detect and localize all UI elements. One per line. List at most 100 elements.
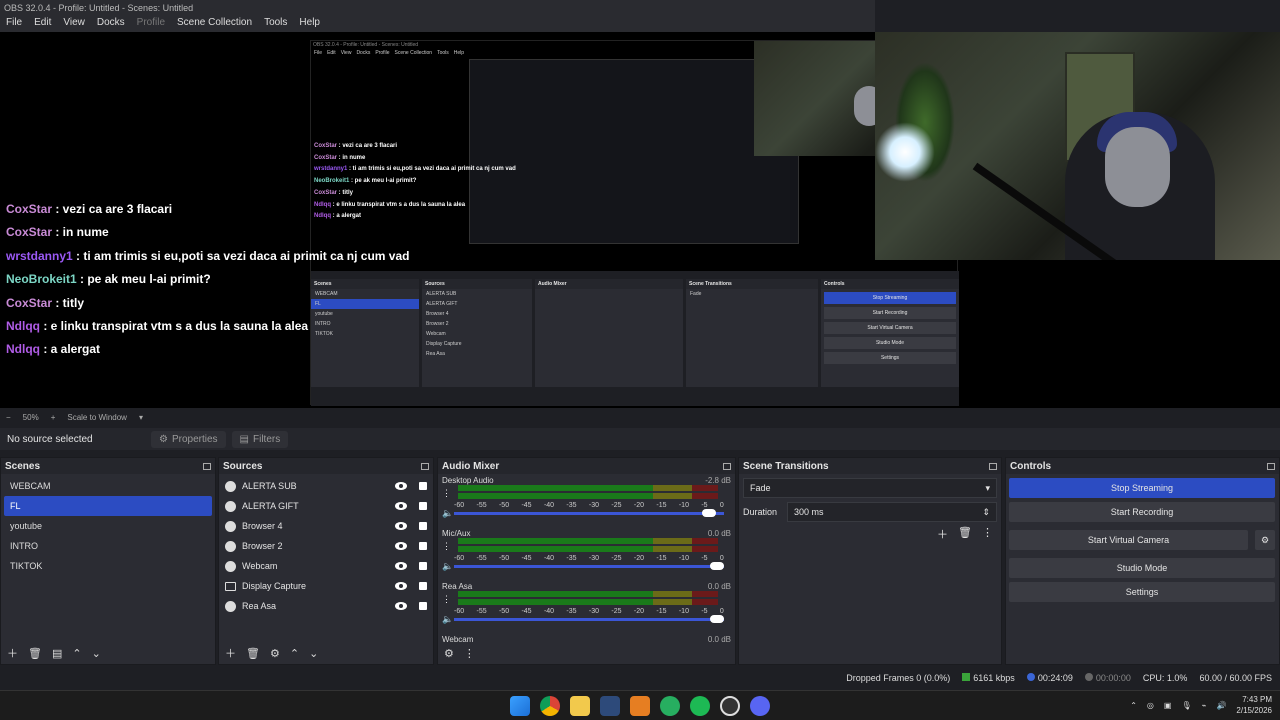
duration-field[interactable]: 300 ms ⇕ — [787, 502, 997, 522]
network-icon[interactable]: ⌁ — [1202, 701, 1207, 710]
remove-scene-icon[interactable]: 🗑 — [28, 647, 42, 660]
lock-icon[interactable] — [419, 582, 427, 590]
scene-item[interactable]: youtube — [4, 516, 212, 536]
volume-slider-handle[interactable] — [701, 509, 716, 517]
chevron-down-icon[interactable]: ▾ — [139, 413, 143, 422]
add-source-icon[interactable]: ＋ — [225, 645, 236, 661]
lock-icon[interactable] — [419, 602, 427, 610]
discord-icon[interactable] — [750, 696, 770, 716]
source-item[interactable]: Browser 4 — [219, 516, 433, 536]
speaker-icon[interactable]: 🔈 — [442, 614, 453, 625]
move-up-icon[interactable]: ⌃ — [290, 647, 299, 660]
lock-icon[interactable] — [419, 542, 427, 550]
file-explorer-icon[interactable] — [570, 696, 590, 716]
streaming-app-icon[interactable] — [660, 696, 680, 716]
menu-item[interactable]: Tools — [264, 17, 287, 31]
scene-item[interactable]: TIKTOK — [4, 556, 212, 576]
add-scene-icon[interactable]: ＋ — [7, 645, 18, 661]
gear-icon[interactable]: ⚙ — [270, 647, 280, 660]
source-item[interactable]: ALERTA SUB — [219, 476, 433, 496]
source-item[interactable]: ALERTA GIFT — [219, 496, 433, 516]
obs-icon[interactable] — [720, 696, 740, 716]
source-item[interactable]: Rea Asa — [219, 596, 433, 616]
lock-icon[interactable] — [419, 502, 427, 510]
volume-slider[interactable] — [454, 509, 724, 517]
volume-slider[interactable] — [454, 615, 724, 623]
channel-menu-icon[interactable]: ⋮ — [442, 541, 451, 552]
stop-streaming-button[interactable]: Stop Streaming — [1009, 478, 1275, 498]
start-virtual-camera-button[interactable]: Start Virtual Camera — [1009, 530, 1248, 550]
add-transition-icon[interactable]: ＋ — [937, 526, 948, 542]
eye-icon[interactable] — [395, 562, 407, 570]
gear-icon[interactable]: ⚙ — [1255, 530, 1275, 550]
properties-button[interactable]: ⚙ Properties — [151, 430, 226, 448]
chevron-up-icon[interactable]: ⌃ — [1130, 701, 1137, 710]
more-options-icon[interactable]: ⋮ — [464, 647, 475, 660]
filters-icon[interactable]: ▤ — [52, 647, 62, 660]
chrome-icon[interactable] — [540, 696, 560, 716]
menu-item[interactable]: Edit — [34, 17, 51, 31]
remove-source-icon[interactable]: 🗑 — [246, 647, 260, 660]
spotify-icon[interactable] — [690, 696, 710, 716]
source-item[interactable]: Display Capture — [219, 576, 433, 596]
zoom-in-button[interactable]: + — [51, 413, 56, 422]
volume-slider-handle[interactable] — [710, 615, 724, 623]
menu-item[interactable]: File — [6, 17, 22, 31]
menu-item[interactable]: Help — [299, 17, 320, 31]
move-down-icon[interactable]: ⌄ — [92, 647, 101, 660]
eye-icon[interactable] — [395, 502, 407, 510]
menu-item[interactable]: Docks — [97, 17, 125, 31]
popout-icon[interactable] — [989, 462, 997, 470]
scene-item[interactable]: WEBCAM — [4, 476, 212, 496]
start-recording-button[interactable]: Start Recording — [1009, 502, 1275, 522]
scene-item[interactable]: FL — [4, 496, 212, 516]
tray-icon[interactable]: ▣ — [1164, 701, 1172, 710]
popout-icon[interactable] — [421, 462, 429, 470]
remove-transition-icon[interactable]: 🗑 — [958, 526, 972, 542]
popout-icon[interactable] — [1267, 462, 1275, 470]
lock-icon[interactable] — [419, 522, 427, 530]
channel-menu-icon[interactable]: ⋮ — [442, 488, 451, 499]
preview-canvas[interactable]: OBS 32.0.4 - Profile: Untitled - Scenes:… — [0, 32, 1280, 408]
nested-menu-item: Help — [453, 50, 465, 56]
volume-slider-handle[interactable] — [710, 562, 724, 570]
lock-icon[interactable] — [419, 562, 427, 570]
settings-button[interactable]: Settings — [1009, 582, 1275, 602]
eye-icon[interactable] — [395, 482, 407, 490]
channel-menu-icon[interactable]: ⋮ — [442, 594, 451, 605]
eye-icon[interactable] — [395, 582, 407, 590]
spinner-icon[interactable]: ⇕ — [982, 507, 990, 518]
menu-item[interactable]: Profile — [137, 17, 165, 31]
volume-icon[interactable]: 🔊 — [1216, 701, 1226, 710]
menu-item[interactable]: Scene Collection — [177, 17, 252, 31]
popout-icon[interactable] — [203, 462, 211, 470]
zoom-out-button[interactable]: − — [6, 413, 11, 422]
speaker-icon[interactable]: 🔈 — [442, 508, 453, 519]
popout-icon[interactable] — [723, 462, 731, 470]
filters-button[interactable]: ▤ Filters — [231, 430, 289, 448]
more-options-icon[interactable]: ⋮ — [982, 526, 993, 542]
advanced-audio-icon[interactable]: ⚙ — [444, 647, 454, 660]
scale-mode[interactable]: Scale to Window — [67, 413, 127, 422]
transition-select[interactable]: Fade ▾ — [743, 478, 997, 498]
speaker-icon[interactable]: 🔈 — [442, 561, 453, 572]
eye-icon[interactable] — [395, 542, 407, 550]
menu-item[interactable]: View — [63, 17, 85, 31]
scene-item[interactable]: INTRO — [4, 536, 212, 556]
app-tray-icon[interactable]: ◎ — [1147, 701, 1154, 710]
eye-icon[interactable] — [395, 602, 407, 610]
microphone-icon[interactable]: 🎙 — [1181, 701, 1191, 710]
source-item[interactable]: Browser 2 — [219, 536, 433, 556]
eye-icon[interactable] — [395, 522, 407, 530]
clock[interactable]: 7:43 PM 2/15/2026 — [1236, 694, 1272, 716]
capcut-icon[interactable] — [600, 696, 620, 716]
status-bar: Dropped Frames 0 (0.0%) 6161 kbps 00:24:… — [0, 668, 1280, 688]
fl-studio-icon[interactable] — [630, 696, 650, 716]
move-down-icon[interactable]: ⌄ — [309, 647, 318, 660]
move-up-icon[interactable]: ⌃ — [72, 647, 81, 660]
studio-mode-button[interactable]: Studio Mode — [1009, 558, 1275, 578]
lock-icon[interactable] — [419, 482, 427, 490]
source-item[interactable]: Webcam — [219, 556, 433, 576]
volume-slider[interactable] — [454, 562, 724, 570]
windows-start-icon[interactable] — [510, 696, 530, 716]
